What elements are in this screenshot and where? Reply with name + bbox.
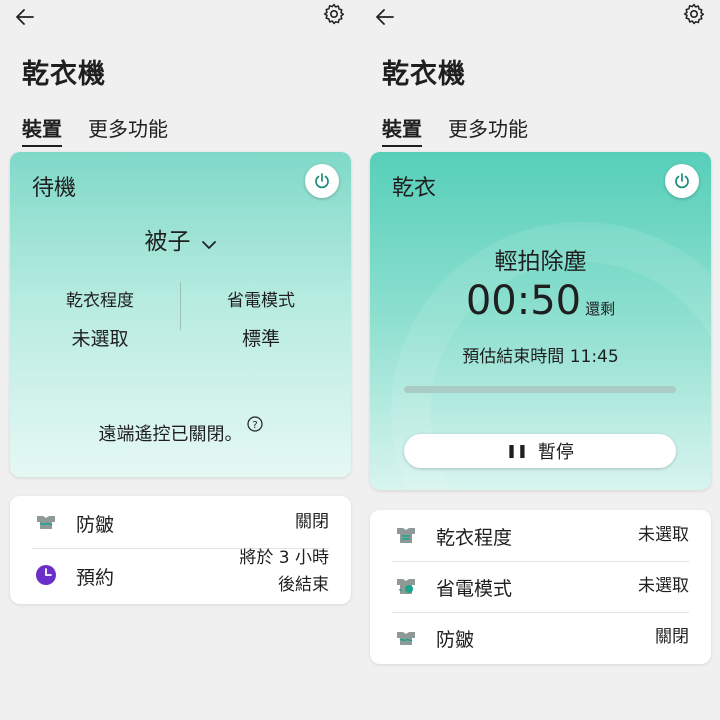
eco-mode-value: 標準 [241, 328, 280, 350]
left-screen: 乾衣機 裝置 更多功能 待機 被子 乾衣程度 未選取 省電模式 標準 遠端遙控已… [0, 0, 360, 720]
time-remaining-value: 00:50 [465, 278, 582, 324]
schedule-value-line1: 將於 3 小時 [239, 548, 329, 568]
option-row-anti-wrinkle[interactable]: 防皺 關閉 [10, 496, 351, 548]
status-card: 待機 被子 乾衣程度 未選取 省電模式 標準 遠端遙控已關閉。? [10, 152, 351, 477]
option-row-schedule[interactable]: 預約 將於 3 小時 後結束 [10, 548, 351, 604]
page-title: 乾衣機 [382, 59, 466, 90]
power-button[interactable] [665, 164, 699, 198]
help-icon[interactable]: ? [246, 416, 263, 437]
power-icon [675, 173, 689, 189]
option-row-dryness[interactable]: 乾衣程度 未選取 [370, 510, 711, 561]
schedule-clock-icon [34, 563, 58, 587]
option-value: 未選取 [638, 576, 689, 596]
option-row-anti-wrinkle[interactable]: 防皺 關閉 [370, 613, 711, 664]
eco-mode-icon [394, 575, 418, 599]
option-row-eco-mode[interactable]: 省電模式 未選取 [370, 562, 711, 612]
status-label: 乾衣 [392, 176, 437, 201]
option-label: 防皺 [436, 629, 475, 651]
remote-control-status: 遠端遙控已關閉。? [10, 416, 351, 446]
gear-icon[interactable] [682, 2, 706, 26]
remaining-time: 00:50 還剩 [370, 278, 711, 324]
option-value: 將於 3 小時 後結束 [239, 545, 329, 599]
anti-wrinkle-icon [34, 510, 58, 534]
chevron-down-icon [201, 230, 217, 256]
tab-more-functions[interactable]: 更多功能 [448, 113, 528, 142]
option-value: 未選取 [638, 525, 689, 545]
option-label: 乾衣程度 [436, 527, 513, 549]
cycle-name: 輕拍除塵 [494, 249, 587, 275]
tab-device[interactable]: 裝置 [22, 113, 62, 147]
anti-wrinkle-icon [394, 626, 418, 650]
course-label: 被子 [144, 229, 191, 255]
option-value: 關閉 [295, 512, 329, 532]
eco-mode-label: 省電模式 [227, 291, 295, 311]
power-button[interactable] [305, 164, 339, 198]
dryness-label: 乾衣程度 [66, 291, 134, 311]
progress-bar [404, 386, 676, 393]
tab-device[interactable]: 裝置 [382, 113, 422, 147]
option-label: 預約 [76, 567, 115, 589]
options-card: 防皺 關閉 預約 將於 3 小時 後結束 [10, 496, 351, 604]
option-label: 省電模式 [436, 578, 513, 600]
tab-more-functions[interactable]: 更多功能 [88, 113, 168, 142]
pause-label: 暫停 [537, 442, 574, 463]
dryness-value: 未選取 [71, 328, 129, 350]
right-screen: 乾衣機 裝置 更多功能 乾衣 輕拍除塵 00:50 還剩 預估結束時間 11:45… [360, 0, 720, 720]
svg-text:?: ? [252, 420, 257, 431]
option-value: 關閉 [655, 627, 689, 647]
status-card: 乾衣 輕拍除塵 00:50 還剩 預估結束時間 11:45 ❚❚ 暫停 [370, 152, 711, 490]
pause-button[interactable]: ❚❚ 暫停 [404, 434, 676, 468]
option-label: 防皺 [76, 514, 115, 536]
estimated-end-time: 預估結束時間 11:45 [462, 347, 619, 367]
schedule-value-line2: 後結束 [278, 575, 329, 595]
remote-control-text: 遠端遙控已關閉。 [98, 424, 243, 445]
page-title: 乾衣機 [22, 59, 106, 90]
pause-icon: ❚❚ [506, 443, 528, 459]
gear-icon[interactable] [322, 2, 346, 26]
power-icon [315, 173, 329, 189]
dryness-level-icon [394, 524, 418, 548]
back-arrow-icon[interactable] [374, 6, 396, 28]
options-card: 乾衣程度 未選取 省電模式 未選取 防皺 關閉 [370, 510, 711, 664]
back-arrow-icon[interactable] [14, 6, 36, 28]
status-label: 待機 [32, 176, 77, 201]
course-selector[interactable]: 被子 [10, 222, 351, 256]
time-remaining-suffix: 還剩 [585, 300, 616, 318]
